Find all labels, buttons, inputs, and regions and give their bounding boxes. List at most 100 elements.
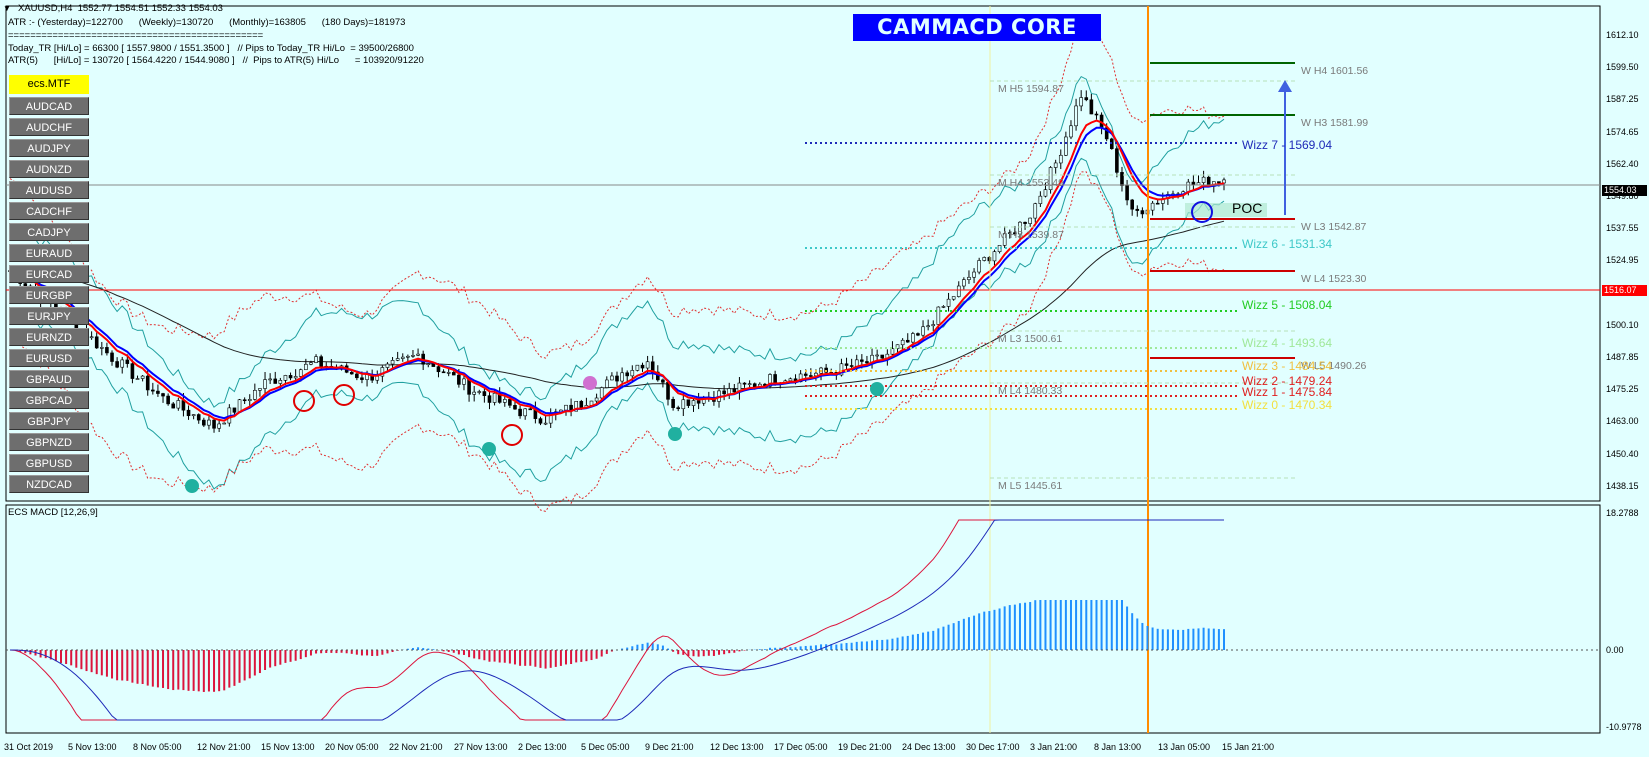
chart-canvas[interactable] (0, 0, 1649, 757)
macd-bar (661, 645, 664, 650)
macd-bar (891, 638, 894, 650)
candle-body (513, 405, 517, 410)
up-arrow-icon (1278, 80, 1292, 92)
candle-body (166, 395, 170, 405)
wizz-label-w6: Wizz 6 - 1531.34 (1242, 237, 1333, 251)
macd-bar (1044, 600, 1047, 650)
candle-body (1186, 181, 1191, 193)
candle-body (1033, 203, 1038, 219)
macd-bar (595, 650, 598, 659)
candle-body (130, 363, 135, 379)
price-tick: 1574.65 (1606, 126, 1639, 137)
candle-body (773, 374, 777, 384)
candle-body (1130, 199, 1134, 210)
candle-body (860, 359, 864, 362)
candle-body (1115, 148, 1119, 173)
candle-body (1196, 182, 1201, 186)
candle-body (110, 352, 114, 362)
symbol-button-eurgbp[interactable]: EURGBP (9, 286, 89, 304)
candle-body (105, 347, 109, 354)
symbol-button-eurjpy[interactable]: EURJPY (9, 307, 89, 325)
symbol-button-audjpy[interactable]: AUDJPY (9, 139, 89, 157)
symbol-button-cadjpy[interactable]: CADJPY (9, 223, 89, 241)
macd-bar (274, 650, 277, 667)
candle-body (956, 285, 961, 297)
candle-body (900, 339, 905, 346)
candle-body (1155, 202, 1160, 205)
macd-bar (718, 650, 721, 655)
macd-bar (488, 650, 491, 662)
collapse-arrow-icon[interactable]: ▼ (3, 4, 11, 13)
macd-bar (636, 644, 639, 650)
candle-body (304, 363, 308, 371)
candle-body (951, 296, 956, 300)
macd-bar (534, 650, 537, 667)
macd-bar (269, 650, 272, 668)
red-line-price-tag: 1516.07 (1602, 285, 1647, 296)
macd-main-line (10, 519, 1224, 721)
wizz-label-w0: Wizz 0 - 1470.34 (1242, 398, 1333, 412)
level-label-w-l4: W L4 1523.30 (1301, 273, 1367, 285)
symbol-button-nzdcad[interactable]: NZDCAD (9, 475, 89, 493)
macd-bar (860, 641, 863, 650)
date-tick: 17 Dec 05:00 (774, 742, 828, 752)
macd-bar (901, 636, 904, 650)
symbol-button-audcad[interactable]: AUDCAD (9, 97, 89, 115)
symbol-button-gbpcad[interactable]: GBPCAD (9, 391, 89, 409)
symbol-button-cadchf[interactable]: CADCHF (9, 202, 89, 220)
symbol-button-audnzd[interactable]: AUDNZD (9, 160, 89, 178)
macd-bar (309, 650, 312, 656)
candle-body (696, 400, 701, 404)
candle-body (431, 363, 436, 367)
candle-body (788, 378, 793, 382)
mtf-button[interactable]: ecs.MTF (9, 75, 89, 94)
level-label-w-h4: W H4 1601.56 (1301, 65, 1369, 77)
candle-body (232, 407, 237, 413)
symbol-button-audusd[interactable]: AUDUSD (9, 181, 89, 199)
symbol-button-eurcad[interactable]: EURCAD (9, 265, 89, 283)
candle-body (314, 356, 318, 363)
macd-bar (90, 650, 93, 673)
candle-body (661, 379, 665, 383)
price-tick: 1587.25 (1606, 94, 1639, 105)
candle-body (803, 373, 808, 376)
macd-bar (1059, 600, 1062, 650)
symbol-button-eurusd[interactable]: EURUSD (9, 349, 89, 367)
candle-body (298, 369, 303, 377)
symbol-button-gbpnzd[interactable]: GBPNZD (9, 433, 89, 451)
candle-body (625, 372, 630, 377)
macd-bar (386, 650, 389, 654)
macd-bar (580, 650, 583, 662)
macd-bar (1003, 606, 1006, 650)
macd-bar (60, 650, 63, 663)
date-tick: 13 Jan 05:00 (1158, 742, 1211, 752)
macd-bar (769, 647, 772, 650)
candle-body (880, 354, 885, 359)
symbol-button-gbpjpy[interactable]: GBPJPY (9, 412, 89, 430)
price-tick: 1612.10 (1606, 30, 1639, 40)
symbol-button-gbpusd[interactable]: GBPUSD (9, 454, 89, 472)
current-price-tag: 1554.03 (1602, 185, 1647, 196)
symbol-button-euraud[interactable]: EURAUD (9, 244, 89, 262)
macd-bar (131, 650, 134, 683)
macd-bar (1090, 600, 1093, 650)
macd-bar (1095, 600, 1098, 650)
macd-bar (1105, 600, 1108, 650)
candle-body (426, 363, 431, 366)
macd-bar (105, 650, 108, 677)
macd-bar (111, 650, 114, 679)
chart-window[interactable]: ▼ XAUUSD,H4 1552.77 1554.51 1552.33 1554… (0, 0, 1649, 757)
candle-body (1191, 181, 1196, 186)
candle-body (171, 403, 176, 409)
candle-body (916, 333, 920, 336)
macd-bar (973, 615, 976, 650)
symbol-button-audchf[interactable]: AUDCHF (9, 118, 89, 136)
level-label-m-l3: M L3 1500.61 (998, 333, 1063, 345)
candle-body (94, 336, 99, 349)
macd-bar (75, 650, 78, 668)
symbol-button-gbpaud[interactable]: GBPAUD (9, 370, 89, 388)
macd-bar (258, 650, 261, 674)
macd-bar (809, 645, 812, 650)
symbol-button-eurnzd[interactable]: EURNZD (9, 328, 89, 346)
candle-body (181, 400, 186, 411)
